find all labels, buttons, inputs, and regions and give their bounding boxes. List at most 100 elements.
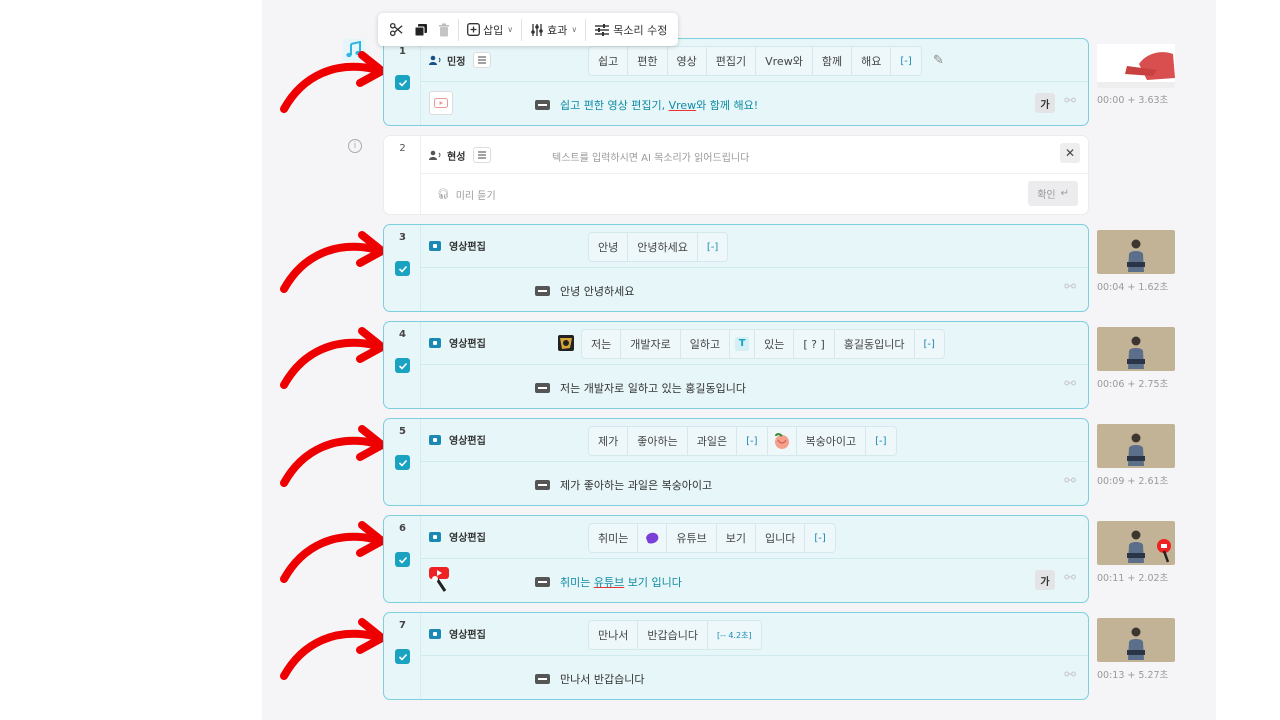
subtitle[interactable]: 취미는 유튜브 보기 입니다	[535, 574, 682, 590]
word-chip[interactable]: 안녕하세요	[628, 233, 698, 261]
text-effect-icon[interactable]: T	[730, 330, 756, 358]
speaker-name: 현성	[447, 151, 466, 163]
link-icon[interactable]: ⚯	[1064, 93, 1076, 109]
voice-edit-label: 목소리 수정	[613, 23, 668, 37]
word-chip[interactable]: 일하고	[681, 330, 731, 358]
speaker-selector[interactable]: 민정	[429, 52, 492, 68]
silence-chip[interactable]: [-- 4.2초]	[708, 621, 761, 649]
word-chip[interactable]: 반갑습니다	[638, 621, 708, 649]
clip-thumbnail[interactable]	[1097, 618, 1175, 662]
subtitle[interactable]: 쉽고 편한 영상 편집기, Vrew와 함께 해요!	[535, 97, 758, 113]
subtitle[interactable]: 저는 개발자로 일하고 있는 홍길동입니다	[535, 380, 746, 396]
word-chip[interactable]: 함께	[813, 47, 853, 75]
clip-row[interactable]: 6 영상편집 취미는 유튜브 보기 입니다 [-] 취미는 유튜브 보기 입니다…	[383, 515, 1089, 603]
speaker-selector[interactable]: 영상편집	[429, 335, 486, 350]
preview-button[interactable]: 🎧︎ 미리 듣기	[437, 187, 496, 202]
subtitle-part: 보기 입니다	[624, 576, 682, 589]
word-chip[interactable]: 보기	[717, 524, 756, 552]
word-chip[interactable]: 편한	[628, 47, 668, 75]
checkbox-checked[interactable]	[395, 75, 410, 90]
silence-chip[interactable]: [-]	[866, 427, 895, 455]
clip-row-input[interactable]: 2 현성 텍스트를 입력하시면 AI 목소리가 읽어드립니다 ✕ 🎧︎ 미리 듣…	[383, 135, 1089, 215]
link-icon[interactable]: ⚯	[1064, 570, 1076, 586]
speaker-menu-icon[interactable]	[473, 52, 492, 68]
silence-chip[interactable]: [-]	[891, 47, 920, 75]
word-chip[interactable]: 좋아하는	[628, 427, 688, 455]
clip-thumbnail[interactable]	[1097, 230, 1175, 274]
word-chip[interactable]: 만나서	[589, 621, 639, 649]
word-chip[interactable]: 편집기	[707, 47, 757, 75]
subtitle[interactable]: 제가 좋아하는 과일은 복숭아이고	[535, 477, 712, 493]
clip-thumbnail[interactable]	[1097, 327, 1175, 371]
delete-button[interactable]	[433, 18, 455, 42]
word-chip[interactable]: 과일은	[688, 427, 738, 455]
link-icon[interactable]: ⚯	[1064, 667, 1076, 683]
link-icon[interactable]: ⚯	[1064, 279, 1076, 295]
clip-thumbnail[interactable]	[1097, 521, 1175, 565]
checkbox-checked[interactable]	[395, 552, 410, 567]
subtitle[interactable]: 안녕 안녕하세요	[535, 283, 634, 299]
word-chip[interactable]: 쉽고	[589, 47, 629, 75]
word-chip[interactable]: 영상	[668, 47, 707, 75]
purple-sticker-icon[interactable]	[638, 524, 668, 552]
clip-subtitle-row: 제가 좋아하는 과일은 복숭아이고 ⚯	[421, 462, 1088, 505]
clip-row[interactable]: 4 영상편집 저는 개발자로 일하고 T 있는 [ ? ] 홍길동입니다 [-]…	[383, 321, 1089, 409]
word-chip[interactable]: 저는	[582, 330, 622, 358]
insert-button[interactable]: 삽입 ∨	[462, 18, 518, 42]
word-chip[interactable]: 안녕	[589, 233, 629, 261]
copy-button[interactable]	[409, 18, 433, 42]
clip-row[interactable]: 5 영상편집 제가 좋아하는 과일은 [-] 복숭아이고 [-] 제가 좋아하는…	[383, 418, 1089, 506]
word-chip[interactable]: 있는	[755, 330, 795, 358]
word-chip[interactable]: 입니다	[756, 524, 806, 552]
speaker-selector[interactable]: 현성	[429, 147, 492, 163]
text-style-button[interactable]: 가	[1035, 570, 1055, 590]
word-chip[interactable]: 제가	[589, 427, 629, 455]
link-icon[interactable]: ⚯	[1064, 376, 1076, 392]
info-icon[interactable]: i	[348, 139, 362, 153]
link-icon[interactable]: ⚯	[1064, 473, 1076, 489]
word-chip[interactable]: 유튜브	[667, 524, 717, 552]
tts-input-placeholder[interactable]: 텍스트를 입력하시면 AI 목소리가 읽어드립니다	[552, 149, 749, 164]
confirm-button[interactable]: 확인 ↵	[1028, 181, 1078, 206]
word-chip[interactable]: 홍길동입니다	[835, 330, 915, 358]
subtitle[interactable]: 만나서 반갑습니다	[535, 671, 644, 687]
clip-row[interactable]: 3 영상편집 안녕 안녕하세요 [-] 안녕 안녕하세요 ⚯	[383, 224, 1089, 312]
word-chip[interactable]: Vrew와	[756, 47, 813, 75]
checkbox-checked[interactable]	[395, 649, 410, 664]
silence-chip[interactable]: [-]	[698, 233, 727, 261]
clip-number: 4	[399, 329, 406, 340]
voice-edit-button[interactable]: 목소리 수정	[589, 18, 672, 42]
clip-index-column: 3	[384, 225, 421, 311]
close-icon[interactable]: ✕	[1060, 143, 1080, 163]
clip-row[interactable]: 7 영상편집 만나서 반갑습니다 [-- 4.2초] 만나서 반갑습니다 ⚯	[383, 612, 1089, 700]
video-placeholder-icon[interactable]	[429, 91, 453, 115]
youtube-sticker-icon[interactable]	[427, 565, 453, 593]
silence-chip[interactable]: [-]	[915, 330, 944, 358]
word-chip[interactable]: [ ? ]	[794, 330, 835, 358]
cut-button[interactable]	[384, 18, 409, 42]
word-chip[interactable]: 개발자로	[621, 330, 681, 358]
pencil-icon[interactable]: ✎	[933, 53, 944, 68]
word-chip[interactable]: 해요	[852, 47, 892, 75]
silence-chip[interactable]: [-]	[737, 427, 768, 455]
speaker-selector[interactable]: 영상편집	[429, 432, 486, 447]
speaker-selector[interactable]: 영상편집	[429, 626, 486, 641]
text-style-button[interactable]: 가	[1035, 93, 1055, 113]
speaker-selector[interactable]: 영상편집	[429, 529, 486, 544]
clip-thumbnail[interactable]	[1097, 44, 1175, 88]
checkbox-checked[interactable]	[395, 358, 410, 373]
clip-thumbnail[interactable]	[1097, 424, 1175, 468]
clip-row[interactable]: 1 민정 쉽고 편한 영상 편집기 Vrew와 함께 해요 [-] ✎ 쉽고 편…	[383, 38, 1089, 126]
silence-chip[interactable]: [-]	[805, 524, 834, 552]
checkbox-checked[interactable]	[395, 261, 410, 276]
word-chip[interactable]: 복숭아이고	[797, 427, 867, 455]
speaker-selector[interactable]: 영상편집	[429, 238, 486, 253]
red-arrow-icon	[280, 618, 386, 680]
peach-sticker-icon[interactable]	[768, 427, 797, 455]
speaker-menu-icon[interactable]	[473, 147, 492, 163]
clip-time: 00:11 + 2.02초	[1097, 573, 1169, 584]
sticker-thumbnail[interactable]	[558, 335, 574, 351]
checkbox-checked[interactable]	[395, 455, 410, 470]
effect-button[interactable]: 효과 ∨	[525, 18, 582, 42]
word-chip[interactable]: 취미는	[589, 524, 639, 552]
